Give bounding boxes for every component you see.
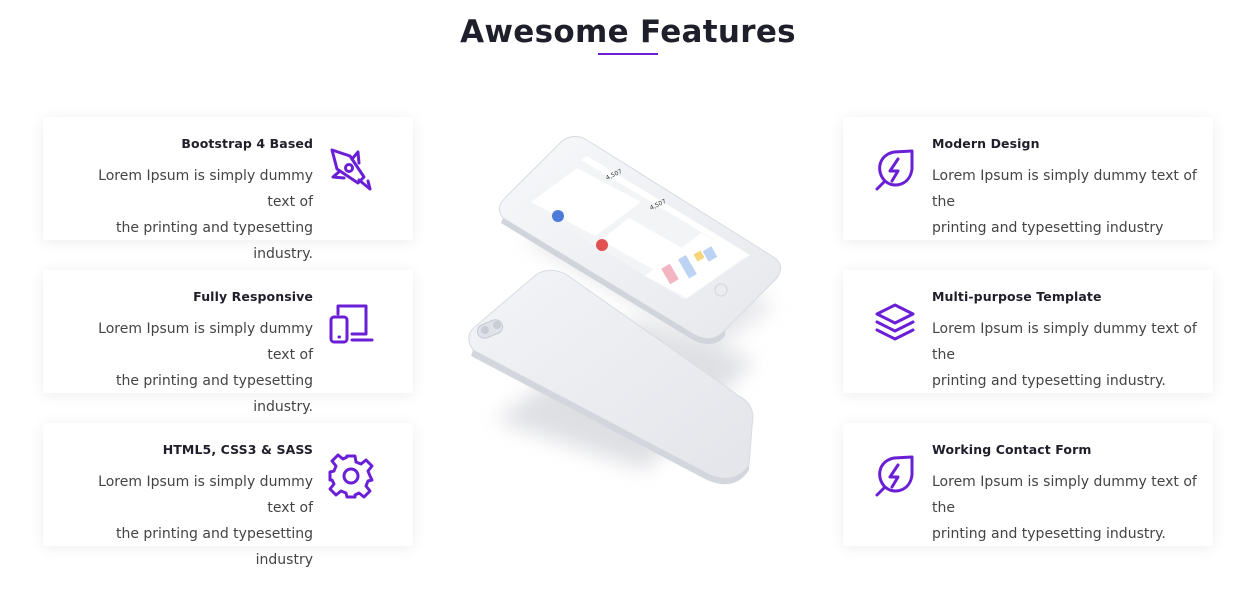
section-title: Awesome Features — [460, 14, 796, 50]
feature-title: Multi-purpose Template — [932, 289, 1102, 304]
feature-card-html5: HTML5, CSS3 & SASS Lorem Ipsum is simply… — [43, 423, 413, 568]
devices-icon — [329, 304, 374, 344]
feature-card-responsive: Fully Responsive Lorem Ipsum is simply d… — [43, 270, 413, 415]
leaf-bolt-icon — [875, 149, 914, 191]
feature-description: Lorem Ipsum is simply dummy text of the … — [98, 321, 313, 415]
feature-description: Lorem Ipsum is simply dummy text of the … — [98, 474, 313, 568]
phone-mockup-image: 4,507 4,507 — [455, 120, 800, 540]
feature-card-contact-form: Working Contact Form Lorem Ipsum is simp… — [843, 423, 1213, 546]
feature-card-bootstrap: Bootstrap 4 Based Lorem Ipsum is simply … — [43, 117, 413, 262]
leaf-bolt-icon — [875, 455, 914, 497]
feature-title: Modern Design — [932, 136, 1040, 151]
feature-title: Fully Responsive — [193, 289, 313, 304]
feature-description: Lorem Ipsum is simply dummy text of the … — [932, 321, 1197, 389]
rocket-icon — [330, 148, 372, 191]
gear-icon — [328, 453, 374, 499]
feature-description: Lorem Ipsum is simply dummy text of the … — [932, 168, 1197, 236]
feature-title: Working Contact Form — [932, 442, 1092, 457]
feature-description: Lorem Ipsum is simply dummy text of the … — [98, 168, 313, 262]
feature-card-multipurpose: Multi-purpose Template Lorem Ipsum is si… — [843, 270, 1213, 393]
title-underline — [598, 53, 658, 55]
layers-icon — [875, 303, 915, 341]
feature-title: Bootstrap 4 Based — [181, 136, 313, 151]
feature-description: Lorem Ipsum is simply dummy text of the … — [932, 474, 1197, 542]
feature-card-modern-design: Modern Design Lorem Ipsum is simply dumm… — [843, 117, 1213, 240]
feature-title: HTML5, CSS3 & SASS — [162, 442, 313, 457]
